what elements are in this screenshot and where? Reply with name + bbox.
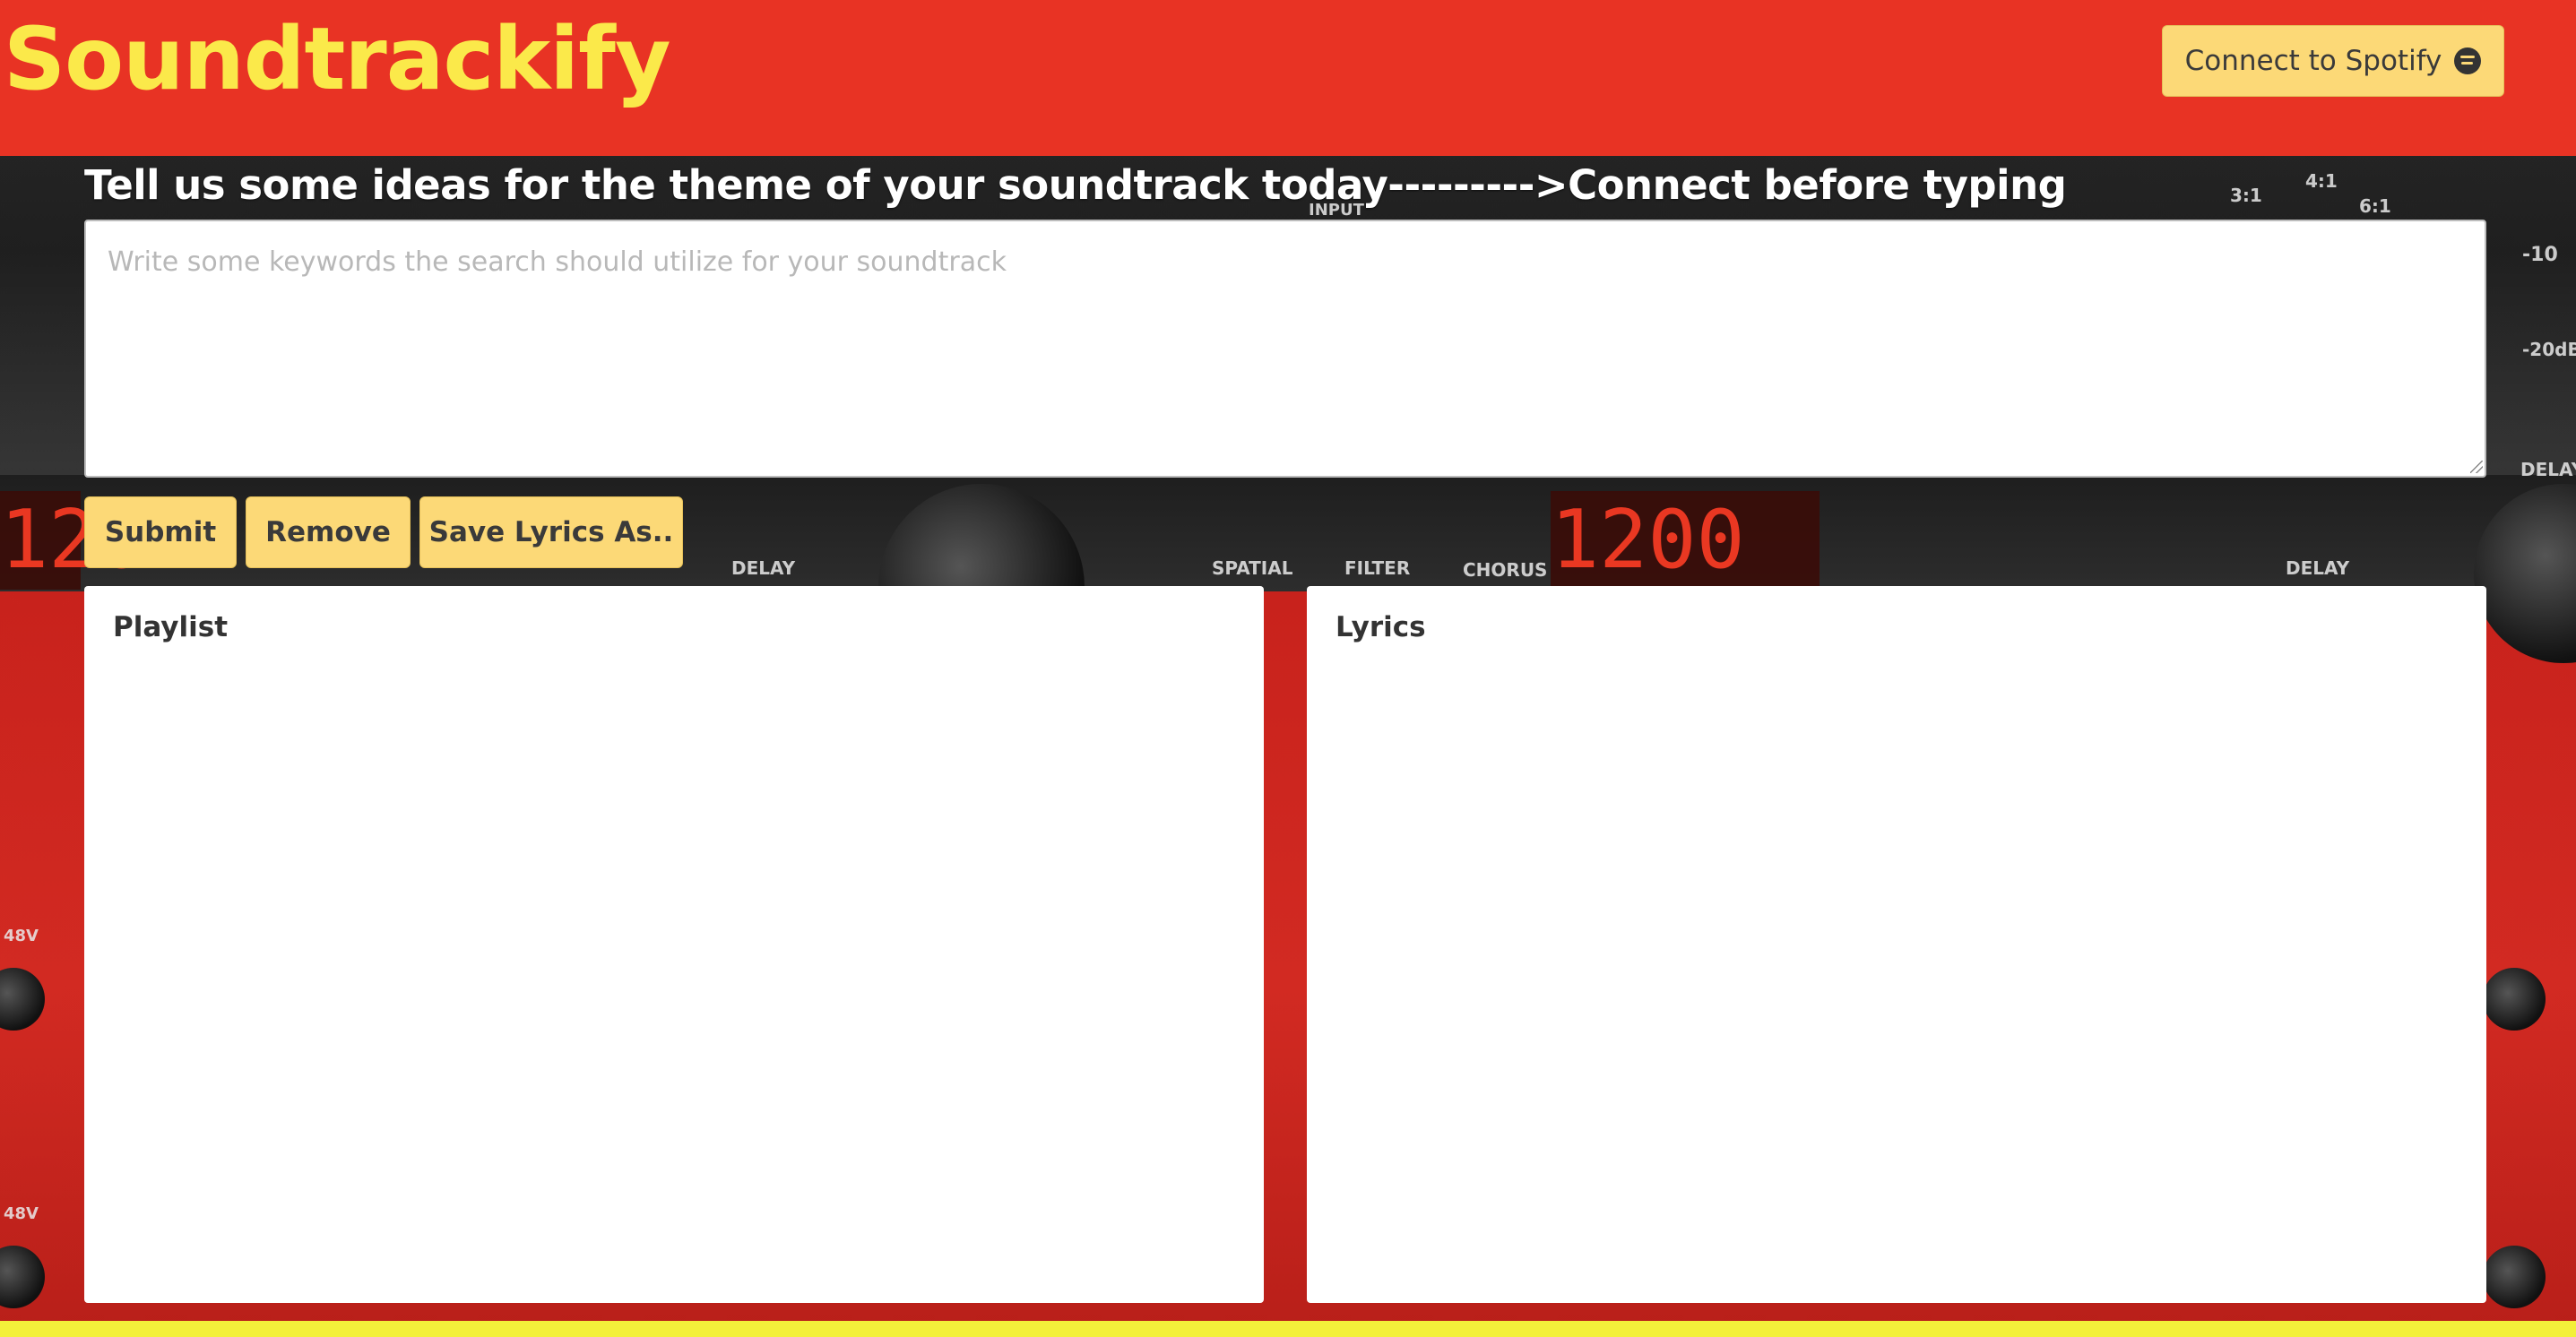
spotify-icon bbox=[2454, 47, 2482, 74]
background-led-display: 120 bbox=[0, 491, 146, 590]
theme-prompt: Tell us some ideas for the theme of your… bbox=[84, 161, 2067, 209]
background-led-display: 1200 bbox=[1551, 491, 1820, 590]
background-label: DELAY bbox=[2520, 459, 2576, 480]
playlist-panel: Playlist bbox=[84, 586, 1264, 1303]
background-label: DELAY bbox=[2286, 557, 2350, 579]
background-label: 6:1 bbox=[2359, 195, 2391, 217]
textarea-resize-handle[interactable] bbox=[2470, 461, 2483, 473]
save-lyrics-button[interactable]: Save Lyrics As.. bbox=[419, 496, 683, 568]
lyrics-panel: Lyrics bbox=[1307, 586, 2486, 1303]
lyrics-title: Lyrics bbox=[1336, 611, 1426, 643]
background-label: 3:1 bbox=[2230, 185, 2262, 206]
background-label: DELAY bbox=[731, 557, 796, 579]
background-knob bbox=[0, 968, 45, 1031]
background-label: 48V bbox=[4, 1204, 39, 1223]
background-knob bbox=[2483, 968, 2546, 1031]
keywords-input[interactable] bbox=[84, 220, 2486, 478]
connect-spotify-button[interactable]: Connect to Spotify bbox=[2162, 25, 2504, 97]
background-label: 4:1 bbox=[2305, 170, 2338, 192]
background-label: CHORUS bbox=[1463, 559, 1548, 581]
app-header: Soundtrackify Connect to Spotify bbox=[0, 0, 2576, 156]
background-knob bbox=[0, 1246, 45, 1308]
app-logo: Soundtrackify bbox=[4, 9, 671, 109]
background-label: -20dB bbox=[2522, 339, 2576, 360]
submit-button[interactable]: Submit bbox=[84, 496, 237, 568]
background-label: 48V bbox=[4, 927, 39, 945]
background-knob bbox=[2483, 1246, 2546, 1308]
remove-button[interactable]: Remove bbox=[246, 496, 411, 568]
background-label: FILTER bbox=[1344, 557, 1411, 579]
background-label: -10 bbox=[2522, 244, 2558, 266]
footer-bar bbox=[0, 1321, 2576, 1337]
playlist-title: Playlist bbox=[113, 611, 229, 643]
connect-spotify-label: Connect to Spotify bbox=[2184, 45, 2442, 77]
background-label: SPATIAL bbox=[1212, 557, 1293, 579]
